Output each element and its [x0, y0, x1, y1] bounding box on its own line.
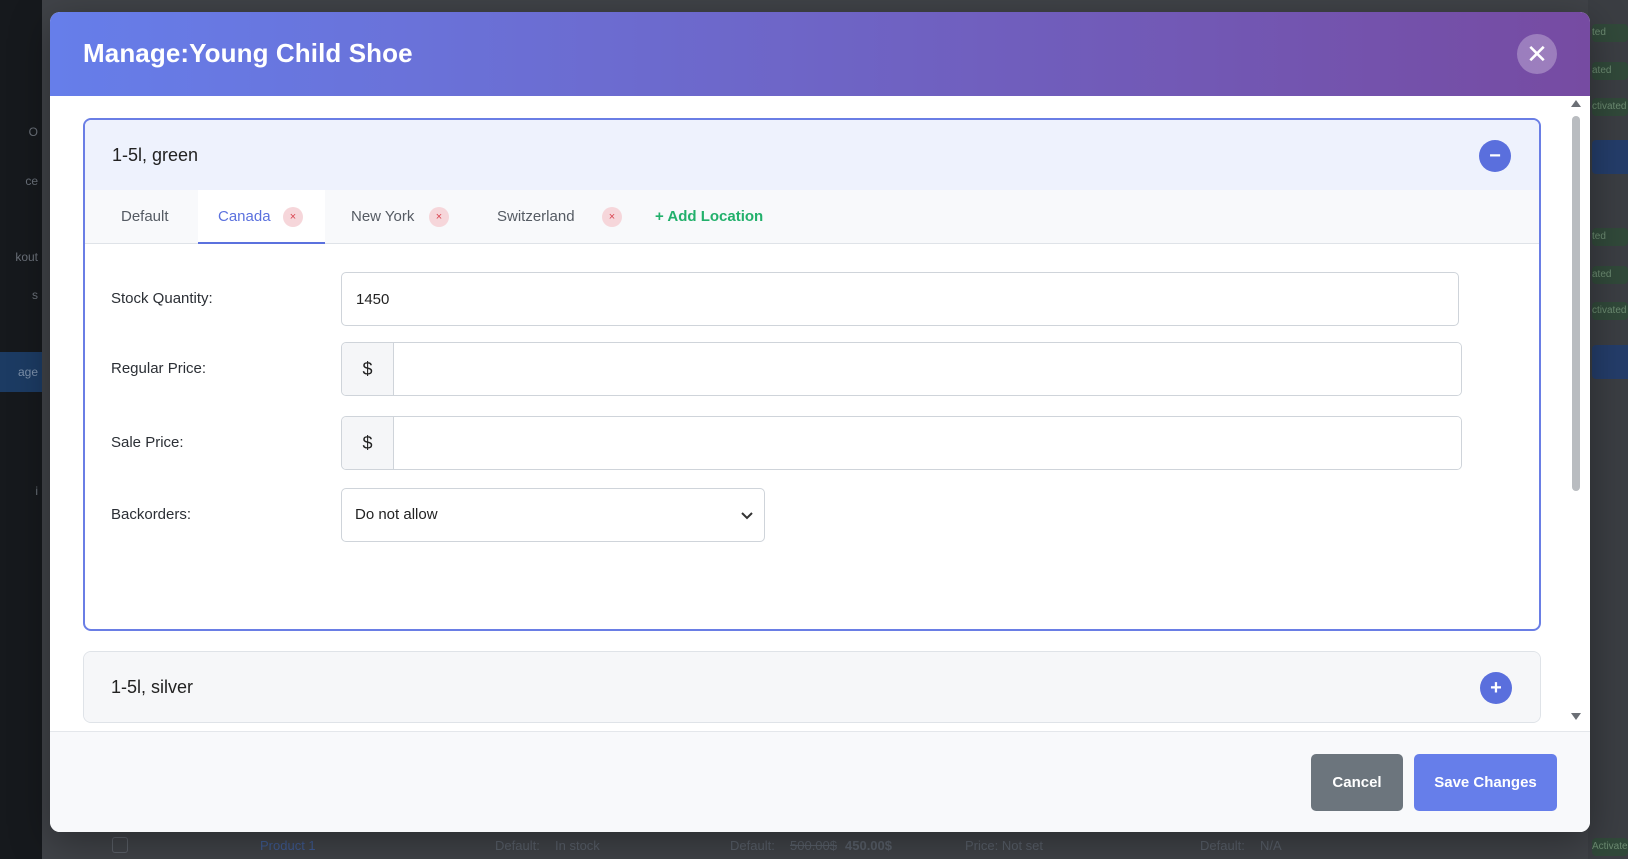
- add-location-button[interactable]: + Add Location: [655, 190, 763, 244]
- variation-header[interactable]: 1-5l, green −: [85, 120, 1539, 190]
- bg-status-badge: ted: [1592, 228, 1628, 246]
- background-sidebar: O ce kout s age i: [0, 0, 42, 859]
- tab-label: Switzerland: [497, 208, 575, 225]
- variation-header[interactable]: 1-5l, silver +: [84, 652, 1540, 722]
- sale-price-row: Sale Price: $: [85, 416, 1539, 470]
- location-tabs: Default Canada × New York × Switzerland …: [85, 190, 1539, 244]
- bg-manage-button: [1592, 345, 1628, 379]
- remove-location-icon[interactable]: ×: [429, 207, 449, 227]
- bg-cell: Default:: [495, 838, 540, 853]
- bg-sidebar-item: kout: [15, 250, 38, 264]
- close-button[interactable]: ✕: [1517, 34, 1557, 74]
- cancel-button[interactable]: Cancel: [1311, 754, 1403, 811]
- chevron-down-icon: [741, 512, 753, 520]
- regular-price-row: Regular Price: $: [85, 342, 1539, 396]
- collapse-button[interactable]: −: [1479, 140, 1511, 172]
- bg-row-checkbox: [112, 837, 128, 853]
- bg-status-badge: ted: [1592, 24, 1628, 42]
- stock-quantity-row: Stock Quantity:: [85, 272, 1539, 326]
- scroll-up-arrow-icon[interactable]: [1571, 100, 1581, 107]
- variation-title: 1-5l, green: [112, 145, 199, 165]
- bg-cell: N/A: [1260, 838, 1282, 853]
- bg-status-badge: ated: [1592, 62, 1628, 80]
- bg-cell: 500.00$: [790, 838, 837, 853]
- bg-table-row: Product 1 Default: In stock Default: 500…: [100, 830, 1588, 859]
- expand-button[interactable]: +: [1480, 672, 1512, 704]
- background-right-column: ted ated ctivated ted ated ctivated Acti…: [1588, 0, 1628, 859]
- currency-addon: $: [342, 343, 394, 395]
- remove-location-icon[interactable]: ×: [283, 207, 303, 227]
- regular-price-label: Regular Price:: [111, 360, 207, 377]
- currency-addon: $: [342, 417, 394, 469]
- bg-sidebar-item: i: [35, 484, 38, 498]
- bg-sidebar-item: s: [32, 288, 38, 302]
- stock-quantity-input[interactable]: [341, 272, 1459, 326]
- bg-status-badge: ated: [1592, 266, 1628, 284]
- scroll-down-arrow-icon[interactable]: [1571, 713, 1581, 720]
- bg-cell: Default:: [730, 838, 775, 853]
- manage-variations-modal: Manage:Young Child Shoe ✕ 1-5l, green − …: [50, 12, 1590, 832]
- modal-body: 1-5l, green − Default Canada × New York …: [50, 96, 1590, 741]
- bg-cell: Price: Not set: [965, 838, 1044, 853]
- modal-title: Manage:Young Child Shoe: [83, 38, 413, 68]
- sale-price-input[interactable]: [395, 417, 1461, 469]
- backorders-row: Backorders: Do not allow: [85, 488, 1539, 542]
- minus-icon: −: [1489, 145, 1501, 167]
- backorders-selected-value: Do not allow: [355, 506, 438, 523]
- modal-footer: Cancel Save Changes: [50, 731, 1590, 832]
- plus-icon: +: [1490, 677, 1502, 699]
- sale-price-group: $: [341, 416, 1462, 470]
- scroll-thumb[interactable]: [1572, 116, 1580, 491]
- tab-label: Canada: [218, 208, 271, 225]
- tab-label: New York: [351, 208, 415, 225]
- regular-price-group: $: [341, 342, 1462, 396]
- tab-default[interactable]: Default: [101, 190, 189, 244]
- bg-status-badge: ctivated: [1592, 302, 1628, 320]
- bg-cell: In stock: [555, 838, 600, 853]
- bg-product-name: Product 1: [260, 838, 316, 853]
- bg-cell: 450.00$: [845, 838, 892, 853]
- bg-cell: Default:: [1200, 838, 1245, 853]
- sale-price-label: Sale Price:: [111, 434, 184, 451]
- save-changes-button[interactable]: Save Changes: [1414, 754, 1557, 811]
- bg-status-badge: ctivated: [1592, 98, 1628, 116]
- regular-price-input[interactable]: [395, 343, 1461, 395]
- bg-sidebar-item-active: age: [0, 352, 42, 392]
- stock-quantity-label: Stock Quantity:: [111, 290, 213, 307]
- variation-card: 1-5l, green − Default Canada × New York …: [83, 118, 1541, 631]
- remove-location-icon[interactable]: ×: [602, 207, 622, 227]
- variation-card: 1-5l, silver +: [83, 651, 1541, 723]
- tab-canada[interactable]: Canada ×: [198, 190, 325, 244]
- modal-scrollbar[interactable]: [1570, 100, 1582, 720]
- modal-header: Manage:Young Child Shoe ✕: [50, 12, 1590, 96]
- bg-sidebar-item: ce: [25, 174, 38, 188]
- backorders-label: Backorders:: [111, 506, 192, 523]
- backorders-select[interactable]: Do not allow: [341, 488, 765, 542]
- tab-new-york[interactable]: New York ×: [331, 190, 461, 244]
- close-icon: ✕: [1526, 38, 1548, 69]
- bg-sidebar-item: O: [28, 125, 38, 139]
- bg-status-badge: Activated: [1592, 838, 1628, 856]
- bg-manage-button: [1592, 140, 1628, 174]
- tab-switzerland[interactable]: Switzerland ×: [477, 190, 627, 244]
- variation-title: 1-5l, silver: [111, 677, 194, 697]
